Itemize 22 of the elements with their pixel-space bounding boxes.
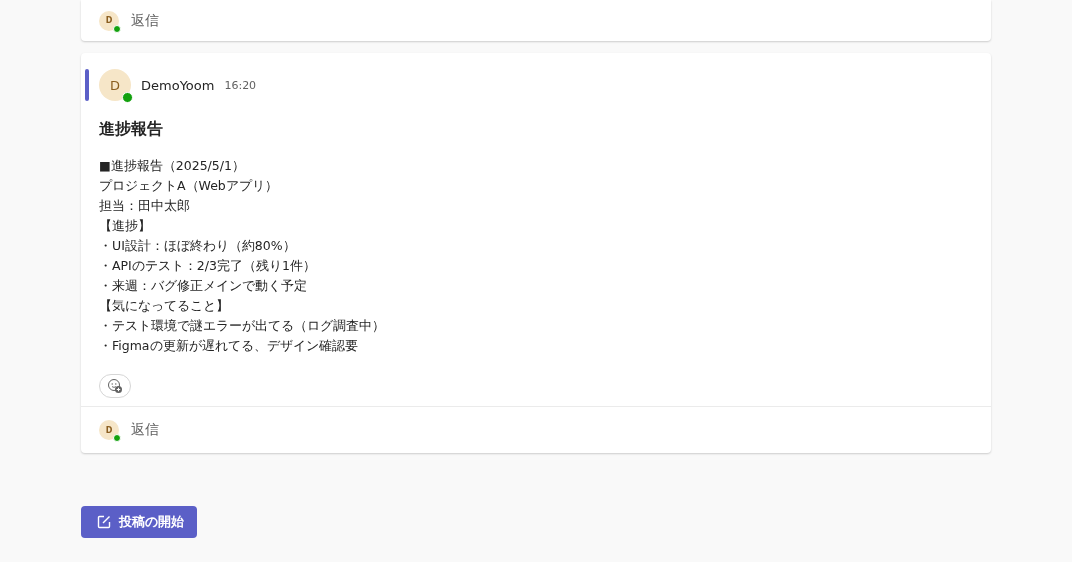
avatar: D — [99, 420, 119, 440]
reply-link[interactable]: 返信 — [131, 11, 159, 30]
message-line: ・UI設計：ほぼ終わり（約80%） — [99, 237, 297, 255]
avatar: D — [99, 10, 119, 31]
avatar: D — [99, 69, 131, 101]
timestamp: 16:20 — [224, 78, 257, 92]
message-line: ・テスト環境で謎エラーが出てる（ログ調査中） — [99, 317, 386, 335]
author-name: DemoYoom — [141, 77, 215, 93]
message-line: ■進捗報告（2025/5/1） — [99, 157, 246, 175]
emoji-add-icon — [107, 378, 123, 394]
message-line: ・APIのテスト：2/3完了（残り1件） — [99, 257, 317, 275]
message-line: 担当：田中太郎 — [99, 197, 191, 215]
message-line: ・Figmaの更新が遅れてる、デザイン確認要 — [99, 337, 359, 355]
message-line: ・来週：バグ修正メインで動く予定 — [99, 277, 308, 295]
compose-icon — [96, 514, 112, 530]
message-subject: 進捗報告 — [99, 119, 164, 140]
add-reaction-button[interactable] — [99, 374, 131, 398]
reply-link[interactable]: 返信 — [131, 421, 159, 439]
message-line: プロジェクトA（Webアプリ） — [99, 177, 279, 195]
message-line: 【気になってること】 — [99, 297, 230, 315]
message-line: 【進捗】 — [99, 217, 152, 235]
new-post-button[interactable]: 投稿の開始 — [81, 506, 197, 538]
